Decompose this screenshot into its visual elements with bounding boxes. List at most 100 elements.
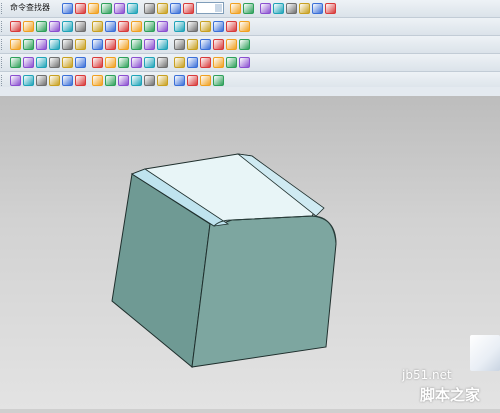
law-icon[interactable] xyxy=(213,57,224,68)
wireframe-icon[interactable] xyxy=(127,3,138,14)
triad-icon[interactable] xyxy=(213,75,224,86)
trim-icon[interactable] xyxy=(144,21,155,32)
edge-icon[interactable] xyxy=(174,39,185,50)
section-icon[interactable] xyxy=(239,57,250,68)
blend-curve-icon[interactable] xyxy=(62,57,73,68)
graphics-viewport[interactable] xyxy=(0,96,500,409)
info-icon[interactable] xyxy=(312,3,323,14)
rect-icon[interactable] xyxy=(62,21,73,32)
unite-icon[interactable] xyxy=(226,39,237,50)
pattern-icon[interactable] xyxy=(200,21,211,32)
selection-filter-combo[interactable] xyxy=(196,2,224,14)
view-front-icon[interactable] xyxy=(157,3,168,14)
circle-icon[interactable] xyxy=(49,21,60,32)
snap-icon[interactable] xyxy=(260,3,271,14)
snap-perp-icon[interactable] xyxy=(105,75,116,86)
settings-icon[interactable] xyxy=(299,3,310,14)
toolbar-grip[interactable] xyxy=(1,39,5,50)
snap-point-icon[interactable] xyxy=(118,75,129,86)
ruled-icon[interactable] xyxy=(157,57,168,68)
polygon-icon[interactable] xyxy=(75,21,86,32)
draft-icon[interactable] xyxy=(131,39,142,50)
search-icon[interactable] xyxy=(62,3,73,14)
n-sided-icon[interactable] xyxy=(200,57,211,68)
subtract-icon[interactable] xyxy=(239,39,250,50)
swept-icon[interactable] xyxy=(174,57,185,68)
arc-icon[interactable] xyxy=(36,21,47,32)
undo-icon[interactable] xyxy=(88,3,99,14)
measure-icon[interactable] xyxy=(286,3,297,14)
fit-icon[interactable] xyxy=(230,3,241,14)
surface-icon[interactable] xyxy=(10,57,21,68)
toolbar-grip[interactable] xyxy=(1,75,5,86)
hole-icon[interactable] xyxy=(75,39,86,50)
model-canvas[interactable] xyxy=(0,96,500,409)
line-icon[interactable] xyxy=(23,21,34,32)
toolbar-grip[interactable] xyxy=(1,21,5,32)
front-face[interactable] xyxy=(191,215,337,368)
extend-icon[interactable] xyxy=(157,21,168,32)
filter-face-icon[interactable] xyxy=(131,75,142,86)
boss-icon[interactable] xyxy=(92,39,103,50)
snap-mid-icon[interactable] xyxy=(36,75,47,86)
patch-icon[interactable] xyxy=(144,57,155,68)
thicken-icon[interactable] xyxy=(200,39,211,50)
select-icon[interactable] xyxy=(10,75,21,86)
revolve-icon[interactable] xyxy=(23,39,34,50)
project-icon[interactable] xyxy=(213,21,224,32)
toolbar-row-standard: 命令查找器 xyxy=(0,0,500,18)
filter-body-icon[interactable] xyxy=(157,75,168,86)
toolbar-grip[interactable] xyxy=(1,3,5,14)
extrude-icon[interactable] xyxy=(10,39,21,50)
render-icon[interactable] xyxy=(144,3,155,14)
open-icon[interactable] xyxy=(75,3,86,14)
toolbar-row-features xyxy=(0,36,500,54)
toolbar-grip[interactable] xyxy=(1,57,5,68)
shell-icon[interactable] xyxy=(62,39,73,50)
split-icon[interactable] xyxy=(213,39,224,50)
mesh-icon[interactable] xyxy=(23,57,34,68)
snap-center-icon[interactable] xyxy=(49,75,60,86)
filter-edge-icon[interactable] xyxy=(144,75,155,86)
face-icon[interactable] xyxy=(157,39,168,50)
bridge-icon[interactable] xyxy=(49,57,60,68)
project-curve-icon[interactable] xyxy=(92,57,103,68)
sketch-icon[interactable] xyxy=(10,21,21,32)
offset-curve-icon[interactable] xyxy=(75,57,86,68)
loft-icon[interactable] xyxy=(49,39,60,50)
layer-icon[interactable] xyxy=(243,3,254,14)
csys-icon[interactable] xyxy=(174,75,185,86)
help-icon[interactable] xyxy=(325,3,336,14)
blend-icon[interactable] xyxy=(144,39,155,50)
spline-icon[interactable] xyxy=(105,21,116,32)
filter-icon[interactable] xyxy=(183,3,194,14)
sew-icon[interactable] xyxy=(187,39,198,50)
chamfer-icon[interactable] xyxy=(187,21,198,32)
snap-end-icon[interactable] xyxy=(23,75,34,86)
extend-surface-icon[interactable] xyxy=(131,57,142,68)
isoparam-icon[interactable] xyxy=(105,57,116,68)
pocket-icon[interactable] xyxy=(105,39,116,50)
command-finder-label[interactable]: 命令查找器 xyxy=(10,2,50,13)
trim-surface-icon[interactable] xyxy=(118,57,129,68)
shaded-icon[interactable] xyxy=(114,3,125,14)
rib-icon[interactable] xyxy=(118,39,129,50)
grid-icon[interactable] xyxy=(200,75,211,86)
curve-icon[interactable] xyxy=(36,57,47,68)
offset-icon[interactable] xyxy=(131,21,142,32)
mirror-icon[interactable] xyxy=(118,21,129,32)
view-top-icon[interactable] xyxy=(170,3,181,14)
dimension-icon[interactable] xyxy=(239,21,250,32)
wcs-icon[interactable] xyxy=(187,75,198,86)
snap-quad-icon[interactable] xyxy=(62,75,73,86)
sweep-icon[interactable] xyxy=(36,39,47,50)
fillet-icon[interactable] xyxy=(174,21,185,32)
snap-tangent-icon[interactable] xyxy=(92,75,103,86)
snap-intersect-icon[interactable] xyxy=(75,75,86,86)
text-icon[interactable] xyxy=(92,21,103,32)
analysis-icon[interactable] xyxy=(226,57,237,68)
through-curves-icon[interactable] xyxy=(187,57,198,68)
cube-icon[interactable] xyxy=(101,3,112,14)
intersect-icon[interactable] xyxy=(226,21,237,32)
point-icon[interactable] xyxy=(273,3,284,14)
